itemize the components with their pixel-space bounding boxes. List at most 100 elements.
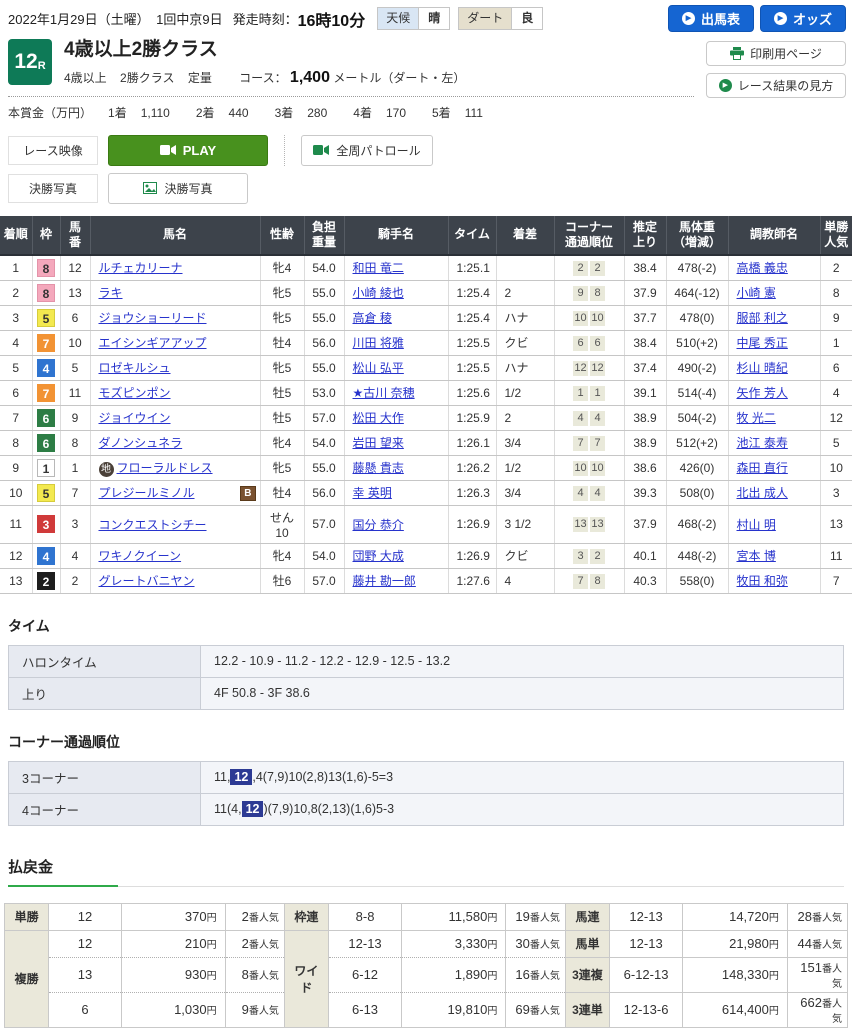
corner-position: 13: [590, 517, 605, 533]
jockey-name-link[interactable]: ★古川 奈穂: [353, 386, 415, 400]
jockey-name-link[interactable]: 松山 弘平: [353, 361, 404, 375]
print-page-button[interactable]: 印刷用ページ: [706, 41, 846, 66]
horse-number: 3: [59, 505, 90, 544]
trainer-name-link[interactable]: 中尾 秀正: [737, 336, 788, 350]
patrol-video-button[interactable]: 全周パトロール: [301, 134, 433, 166]
trainer-name-link[interactable]: 矢作 芳人: [737, 386, 788, 400]
win-favorite-rank: 13: [819, 505, 852, 544]
horse-name-link[interactable]: グレートバニヤン: [99, 574, 195, 588]
yen-suffix: 円: [768, 913, 779, 925]
sex-age: 牝4: [259, 543, 304, 569]
margin: 1/2: [495, 455, 554, 481]
last-3f: 39.3: [623, 480, 666, 506]
video-camera-icon: [313, 145, 330, 156]
finish-position: 12: [0, 543, 32, 569]
table-row: 1 8 12 ルチェカリーナ 牝4 54.0 和田 竜二 1:25.1 2 2 38.4 478(-2…: [0, 254, 852, 281]
horse-name-link[interactable]: ワキノクイーン: [99, 549, 182, 563]
horse-name-link[interactable]: ジョウショーリード: [99, 311, 207, 325]
horse-name-link[interactable]: ジョイウイン: [99, 411, 171, 425]
payout-amount: 370円: [120, 902, 226, 931]
finish-position: 5: [0, 355, 32, 381]
course-label: コース：: [239, 70, 287, 85]
finish-time: 1:26.2: [447, 455, 496, 481]
payout-combination: 6-13: [328, 991, 402, 1028]
payout-amount-value: 19,810: [447, 1002, 488, 1018]
trainer-name-link[interactable]: 宮本 博: [737, 549, 776, 563]
corner-order-cell: 44: [553, 405, 624, 431]
carried-weight: 53.0: [303, 380, 344, 406]
horse-name-link[interactable]: プレジールミノル: [99, 486, 195, 500]
jockey-cell: 松山 弘平: [343, 355, 448, 381]
corner-order-cell: 10 10: [553, 455, 624, 481]
local-horse-mark: 地: [98, 461, 114, 477]
jockey-name-link[interactable]: 川田 将雅: [353, 336, 404, 350]
trainer-name-link[interactable]: 村山 明: [737, 518, 776, 532]
horse-name-cell: ジョイウイン: [89, 405, 260, 431]
payout-amount: 210円: [120, 929, 226, 958]
finish-position: 7: [0, 405, 32, 431]
jockey-name-link[interactable]: 松田 大作: [353, 411, 404, 425]
horse-name-link[interactable]: ラキ: [99, 286, 123, 300]
sex-age: 牡6: [259, 568, 304, 594]
jockey-name-link[interactable]: 団野 大成: [353, 549, 404, 563]
corner-order-cell: 66: [553, 330, 624, 356]
trainer-name-link[interactable]: 高橋 義忠: [737, 261, 788, 275]
trainer-name-link[interactable]: 杉山 晴紀: [737, 361, 788, 375]
results-guide-button[interactable]: ▶ レース結果の見方: [706, 73, 846, 98]
jockey-name-link[interactable]: 高倉 稜: [353, 311, 392, 325]
jockey-name-link[interactable]: 和田 竜二: [353, 261, 404, 275]
trainer-name-link[interactable]: 牧田 和弥: [737, 574, 788, 588]
payout-amount-value: 930: [184, 967, 207, 983]
yen-suffix: 円: [487, 940, 498, 952]
jockey-name-link[interactable]: 小崎 綾也: [353, 286, 404, 300]
horse-name-link[interactable]: ルチェカリーナ: [99, 261, 183, 275]
carried-weight: 54.0: [303, 430, 344, 456]
win-favorite-rank: 4: [819, 380, 852, 406]
table-row: 13 2 2 グレートバニヤン 牡6 57.0 藤井 勘一郎 1:27.6 4 7 8 40.3 558…: [0, 568, 852, 594]
odds-button[interactable]: ▶ オッズ: [759, 5, 846, 32]
trainer-name-link[interactable]: 池江 泰寿: [737, 436, 788, 450]
frame-cell: 7: [31, 330, 60, 356]
payout-amount-value: 1,890: [454, 967, 488, 983]
last-3f: 38.4: [623, 254, 666, 281]
jockey-name-link[interactable]: 幸 英明: [353, 486, 392, 500]
payout-amount-value: 3,330: [454, 936, 488, 952]
jockey-name-link[interactable]: 藤井 勘一郎: [353, 574, 416, 588]
horse-name-link[interactable]: フローラルドレス: [117, 461, 213, 475]
trainer-name-link[interactable]: 服部 利之: [737, 311, 788, 325]
frame-number-badge: 4: [37, 546, 55, 565]
trainer-name-link[interactable]: 北出 成人: [737, 486, 788, 500]
yen-suffix: 円: [768, 1006, 779, 1018]
payout-combination: 12: [48, 902, 122, 931]
corner-position: 3: [573, 548, 588, 564]
payout-favorite-value: 28: [797, 909, 812, 925]
horse-name-link[interactable]: コンクエストシチー: [99, 518, 207, 532]
horse-name-link[interactable]: モズピンポン: [99, 386, 171, 400]
results-guide-label: レース結果の見方: [737, 79, 834, 93]
frame-cell: 8: [31, 254, 60, 281]
horse-name-link[interactable]: エイシンギアアップ: [99, 336, 207, 350]
trainer-name-link[interactable]: 牧 光二: [737, 411, 776, 425]
horse-name-link[interactable]: ダノンシュネラ: [99, 436, 183, 450]
carried-weight: 57.0: [303, 505, 344, 544]
finish-photo-button[interactable]: 決勝写真: [108, 172, 248, 204]
payout-favorite-value: 2: [241, 936, 249, 952]
jockey-name-link[interactable]: 岩田 望来: [353, 436, 404, 450]
last-3f: 39.1: [623, 380, 666, 406]
trainer-name-link[interactable]: 森田 直行: [737, 461, 788, 475]
trainer-name-link[interactable]: 小崎 憲: [737, 286, 776, 300]
play-video-button[interactable]: PLAY: [108, 134, 268, 166]
frame-cell: 2: [31, 568, 60, 594]
jockey-name-link[interactable]: 藤懸 貴志: [353, 461, 404, 475]
finish-time: 1:26.9: [447, 505, 496, 544]
table-row: 6 7 11 モズピンポン 牡5 53.0 ★古川 奈穂 1:25.6 1/2 1 1 39.1 514…: [0, 380, 852, 406]
finish-position: 8: [0, 430, 32, 456]
weather-value: 晴: [418, 8, 450, 29]
jockey-name-link[interactable]: 国分 恭介: [353, 518, 404, 532]
horse-name-link[interactable]: ロゼキルシュ: [99, 361, 171, 375]
column-header: 着順: [0, 215, 32, 256]
favorite-suffix: 番人気: [822, 998, 842, 1025]
highlighted-winner-number: 12: [241, 801, 264, 818]
entries-button[interactable]: ▶ 出馬表: [667, 5, 754, 32]
win-favorite-rank: 9: [819, 305, 852, 331]
